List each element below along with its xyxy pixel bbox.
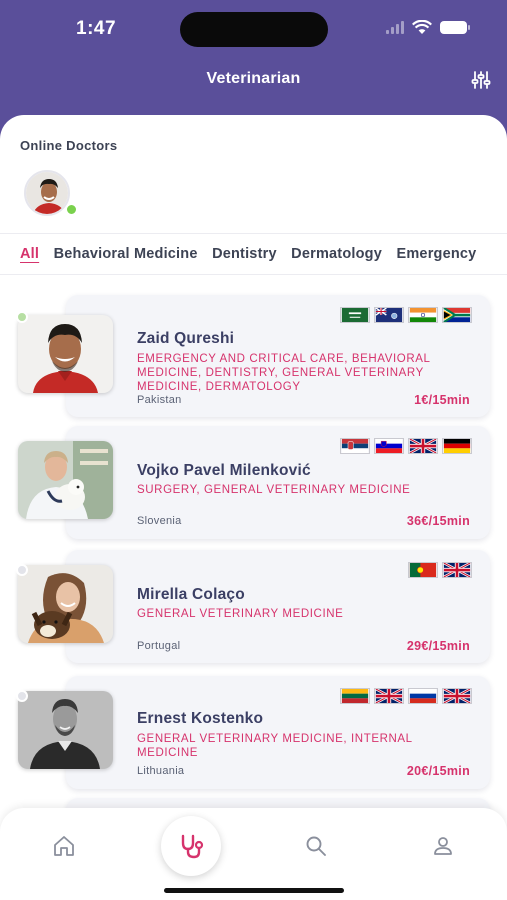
doctor-specialties: GENERAL VETERINARY MEDICINE, INTERNAL ME… — [137, 733, 413, 759]
doctor-price: 1€/15min — [414, 393, 470, 407]
specialty-filter-tabs: All Behavioral Medicine Dentistry Dermat… — [0, 233, 507, 275]
presence-dot — [16, 564, 28, 576]
signal-icon — [386, 21, 404, 34]
doctor-name: Zaid Qureshi — [137, 330, 235, 347]
doctor-country: Slovenia — [137, 515, 182, 527]
sliders-icon[interactable] — [471, 70, 491, 90]
tab-all[interactable]: All — [20, 234, 39, 274]
status-bar: 1:47 — [0, 0, 507, 58]
uk-flag — [442, 562, 472, 578]
portugal-flag — [408, 562, 438, 578]
online-doctors-title: Online Doctors — [20, 138, 118, 153]
language-flags — [340, 688, 472, 704]
doctor-country: Lithuania — [137, 765, 185, 777]
stethoscope-icon — [181, 834, 204, 859]
saudi-arabia-flag — [340, 307, 370, 323]
doctor-price: 29€/15min — [406, 639, 470, 653]
wifi-icon — [412, 20, 432, 34]
doctor-country: Pakistan — [137, 394, 182, 406]
battery-icon — [440, 21, 470, 34]
doctor-name: Vojko Pavel Milenković — [137, 462, 311, 479]
doctor-country: Portugal — [137, 640, 181, 652]
doctor-photo — [26, 172, 68, 214]
uk-flag — [374, 688, 404, 704]
dynamic-island — [180, 12, 328, 47]
doctor-card[interactable]: Ernest Kostenko GENERAL VETERINARY MEDIC… — [0, 676, 507, 789]
lithuania-flag — [340, 688, 370, 704]
profile-icon[interactable] — [431, 834, 455, 858]
doctor-photo — [18, 565, 113, 643]
status-time: 1:47 — [76, 18, 117, 39]
uk-flag — [408, 438, 438, 454]
language-flags — [340, 307, 472, 323]
india-flag — [408, 307, 438, 323]
tab-dentistry[interactable]: Dentistry — [212, 234, 277, 274]
doctor-card[interactable]: Zaid Qureshi EMERGENCY AND CRITICAL CARE… — [0, 295, 507, 417]
search-icon[interactable] — [304, 834, 328, 858]
uk-flag — [442, 688, 472, 704]
vet-tab-button[interactable] — [161, 816, 221, 876]
home-indicator — [164, 888, 344, 893]
presence-dot — [16, 311, 28, 323]
south-africa-flag — [442, 307, 472, 323]
page-title: Veterinarian — [206, 70, 301, 87]
slovenia-flag — [374, 438, 404, 454]
falklands-flag — [374, 307, 404, 323]
doctor-price: 20€/15min — [406, 764, 470, 778]
home-icon[interactable] — [52, 834, 76, 858]
doctor-price: 36€/15min — [406, 514, 470, 528]
doctor-specialties: SURGERY, GENERAL VETERINARY MEDICINE — [137, 484, 411, 496]
tab-behavioral-medicine[interactable]: Behavioral Medicine — [54, 234, 198, 274]
doctor-specialties: GENERAL VETERINARY MEDICINE — [137, 608, 344, 620]
doctor-name: Ernest Kostenko — [137, 710, 264, 727]
language-flags — [340, 438, 472, 454]
doctor-card[interactable]: Mirella Colaço GENERAL VETERINARY MEDICI… — [0, 550, 507, 663]
tab-dermatology[interactable]: Dermatology — [291, 234, 382, 274]
presence-dot — [16, 690, 28, 702]
doctor-photo — [18, 691, 113, 769]
russia-flag — [408, 688, 438, 704]
doctor-specialties: EMERGENCY AND CRITICAL CARE, BEHAVIORAL … — [137, 353, 431, 393]
doctor-card[interactable]: Vojko Pavel Milenković SURGERY, GENERAL … — [0, 426, 507, 539]
status-icons — [386, 20, 470, 35]
online-doctor-avatar[interactable] — [20, 170, 78, 216]
doctor-name: Mirella Colaço — [137, 586, 245, 603]
tab-emergency[interactable]: Emergency — [396, 234, 476, 274]
doctor-photo — [18, 315, 113, 393]
serbia-flag — [340, 438, 370, 454]
avatar — [24, 170, 70, 216]
doctor-photo — [18, 441, 113, 519]
content-sheet: Online Doctors All Behavioral Medicine D… — [0, 115, 507, 900]
online-status-dot — [65, 203, 78, 216]
germany-flag — [442, 438, 472, 454]
language-flags — [408, 562, 472, 578]
bottom-tab-bar — [0, 808, 507, 900]
app-header: Veterinarian — [0, 58, 507, 102]
